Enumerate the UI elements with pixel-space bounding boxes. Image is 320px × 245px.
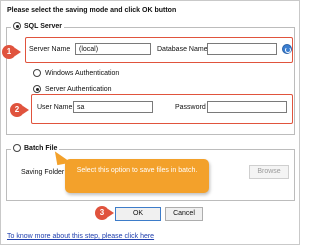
server-name-input[interactable]: (local) (75, 43, 151, 55)
save-mode-dialog: Please select the saving mode and click … (0, 0, 300, 245)
batch-file-label: Batch File (24, 144, 58, 152)
user-name-input[interactable]: sa (73, 101, 153, 113)
batch-callout: Select this option to save files in batc… (65, 159, 209, 193)
cancel-button[interactable]: Cancel (165, 207, 203, 221)
password-input[interactable] (207, 101, 287, 113)
windows-auth-radio[interactable] (33, 69, 41, 77)
password-label: Password (175, 104, 206, 111)
ok-button[interactable]: OK (115, 207, 161, 221)
database-name-input[interactable] (207, 43, 277, 55)
batch-file-radio[interactable] (13, 144, 21, 152)
step-badge-3: 3 (95, 206, 114, 220)
step-badge-2: 2 (10, 103, 29, 117)
batch-file-option[interactable]: Batch File (11, 144, 60, 152)
database-name-label: Database Name (157, 46, 208, 53)
dialog-prompt: Please select the saving mode and click … (7, 7, 177, 14)
step-badge-1: 1 (2, 45, 21, 59)
server-auth-option[interactable]: Server Authentication (33, 85, 112, 93)
refresh-icon[interactable] (282, 44, 292, 54)
windows-auth-option[interactable]: Windows Authentication (33, 69, 119, 77)
sql-server-label: SQL Server (24, 22, 63, 30)
user-name-label: User Name (37, 104, 73, 111)
saving-folder-label: Saving Folder (21, 169, 65, 176)
server-auth-radio[interactable] (33, 85, 41, 93)
browse-button[interactable]: Browse (249, 165, 289, 179)
windows-auth-label: Windows Authentication (45, 69, 120, 77)
sql-server-radio[interactable] (13, 22, 21, 30)
help-link[interactable]: To know more about this step, please cli… (7, 233, 154, 240)
server-auth-label: Server Authentication (45, 85, 112, 93)
server-name-label: Server Name (29, 46, 71, 53)
sql-server-option[interactable]: SQL Server (11, 22, 65, 30)
